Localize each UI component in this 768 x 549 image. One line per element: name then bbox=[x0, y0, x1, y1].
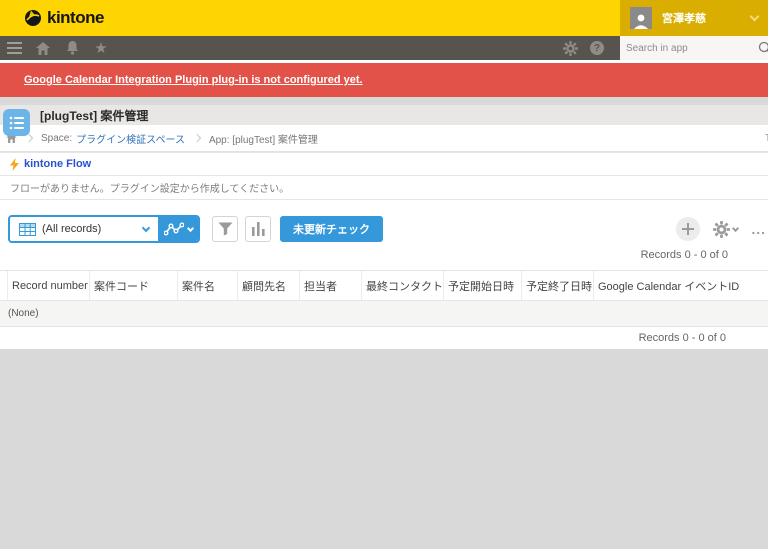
page-background bbox=[0, 352, 768, 549]
table-header-client-name[interactable]: 顧問先名 bbox=[238, 271, 300, 300]
kintone-flow-header: kintone Flow bbox=[0, 152, 768, 176]
kintone-flow-title[interactable]: kintone Flow bbox=[24, 158, 91, 170]
user-name: 宮澤孝慈 bbox=[662, 10, 751, 26]
app-content: [plugTest] 案件管理 Space: プラグイン検証スペース App: … bbox=[0, 105, 768, 349]
user-menu[interactable]: 宮澤孝慈 bbox=[620, 0, 768, 36]
table-header-row: Record number 案件コード 案件名 顧問先名 担当者 最終コンタクト… bbox=[0, 271, 768, 301]
filter-button[interactable] bbox=[212, 216, 238, 242]
funnel-icon bbox=[218, 222, 233, 236]
app-search-box[interactable] bbox=[620, 36, 768, 60]
search-input[interactable] bbox=[626, 43, 758, 54]
view-select-dropdown[interactable]: (All records) bbox=[10, 217, 158, 241]
view-select-value: (All records) bbox=[42, 223, 137, 235]
chart-view-toggle[interactable] bbox=[158, 217, 198, 241]
view-selector: (All records) bbox=[8, 215, 200, 243]
table-header-planned-end[interactable]: 予定終了日時 bbox=[522, 271, 594, 300]
unupdated-check-button[interactable]: 未更新チェック bbox=[280, 216, 383, 242]
bar-chart-icon bbox=[252, 222, 265, 236]
plugin-error-banner: Google Calendar Integration Plugin plug-… bbox=[0, 63, 768, 97]
kintone-flow-message-row: フローがありません。プラグイン設定から作成してください。 bbox=[0, 176, 768, 200]
kintone-logo[interactable]: kintone bbox=[24, 8, 104, 28]
app-settings-button[interactable] bbox=[713, 221, 738, 238]
table-header-case-name[interactable]: 案件名 bbox=[178, 271, 238, 300]
records-count-bottom: Records 0 - 0 of 0 bbox=[0, 327, 768, 349]
hamburger-menu-icon[interactable] bbox=[6, 40, 22, 56]
lightning-bolt-icon bbox=[10, 158, 19, 171]
table-empty-row: (None) bbox=[0, 301, 768, 327]
breadcrumb-separator-icon bbox=[193, 134, 201, 142]
records-table: Record number 案件コード 案件名 顧問先名 担当者 最終コンタクト… bbox=[0, 270, 768, 327]
settings-gear-icon[interactable] bbox=[562, 40, 578, 56]
app-icon bbox=[3, 109, 30, 136]
chevron-down-icon bbox=[142, 223, 150, 231]
add-record-button[interactable] bbox=[676, 217, 700, 241]
chevron-down-icon bbox=[732, 224, 739, 231]
table-header-case-code[interactable]: 案件コード bbox=[90, 271, 178, 300]
table-header-last-contact-date[interactable]: 最終コンタクト日 bbox=[362, 271, 444, 300]
table-header-gcal-event-id[interactable]: Google Calendar イベントID bbox=[594, 271, 768, 300]
breadcrumb-space-link[interactable]: プラグイン検証スペース bbox=[76, 131, 185, 146]
kintone-logo-text: kintone bbox=[47, 8, 104, 28]
gear-icon bbox=[713, 221, 730, 238]
records-count-top: Records 0 - 0 of 0 bbox=[0, 244, 768, 266]
chevron-down-icon bbox=[750, 11, 760, 21]
table-view-icon bbox=[19, 223, 36, 236]
user-avatar-icon bbox=[630, 7, 652, 29]
breadcrumb-app-label: App: [plugTest] 案件管理 bbox=[209, 131, 318, 146]
table-header-assignee[interactable]: 担当者 bbox=[300, 271, 362, 300]
view-toolbar: (All records) bbox=[0, 214, 768, 244]
more-options-button[interactable]: ... bbox=[751, 221, 766, 237]
table-header-record-number[interactable]: Record number bbox=[8, 271, 90, 300]
help-icon[interactable]: ? bbox=[590, 41, 604, 55]
polyline-chart-icon bbox=[164, 222, 184, 236]
global-navbar: ★ ? bbox=[0, 36, 768, 60]
table-header-spacer bbox=[0, 271, 8, 300]
app-title-bar: [plugTest] 案件管理 bbox=[0, 105, 768, 125]
app-title[interactable]: [plugTest] 案件管理 bbox=[40, 107, 148, 124]
home-icon[interactable] bbox=[35, 40, 51, 56]
kintone-logo-icon bbox=[24, 9, 42, 27]
breadcrumb-space-prefix: Space: bbox=[41, 133, 72, 144]
favorites-star-icon[interactable]: ★ bbox=[93, 40, 109, 56]
search-icon[interactable] bbox=[758, 41, 768, 55]
table-header-planned-start[interactable]: 予定開始日時 bbox=[444, 271, 522, 300]
chevron-down-icon bbox=[186, 224, 193, 231]
notifications-bell-icon[interactable] bbox=[64, 40, 80, 56]
kintone-flow-empty-message: フローがありません。プラグイン設定から作成してください。 bbox=[10, 180, 289, 195]
plugin-config-link[interactable]: Google Calendar Integration Plugin plug-… bbox=[24, 74, 363, 86]
chart-button[interactable] bbox=[245, 216, 271, 242]
breadcrumb: Space: プラグイン検証スペース App: [plugTest] 案件管理 … bbox=[0, 125, 768, 152]
app-header: kintone 宮澤孝慈 bbox=[0, 0, 768, 36]
